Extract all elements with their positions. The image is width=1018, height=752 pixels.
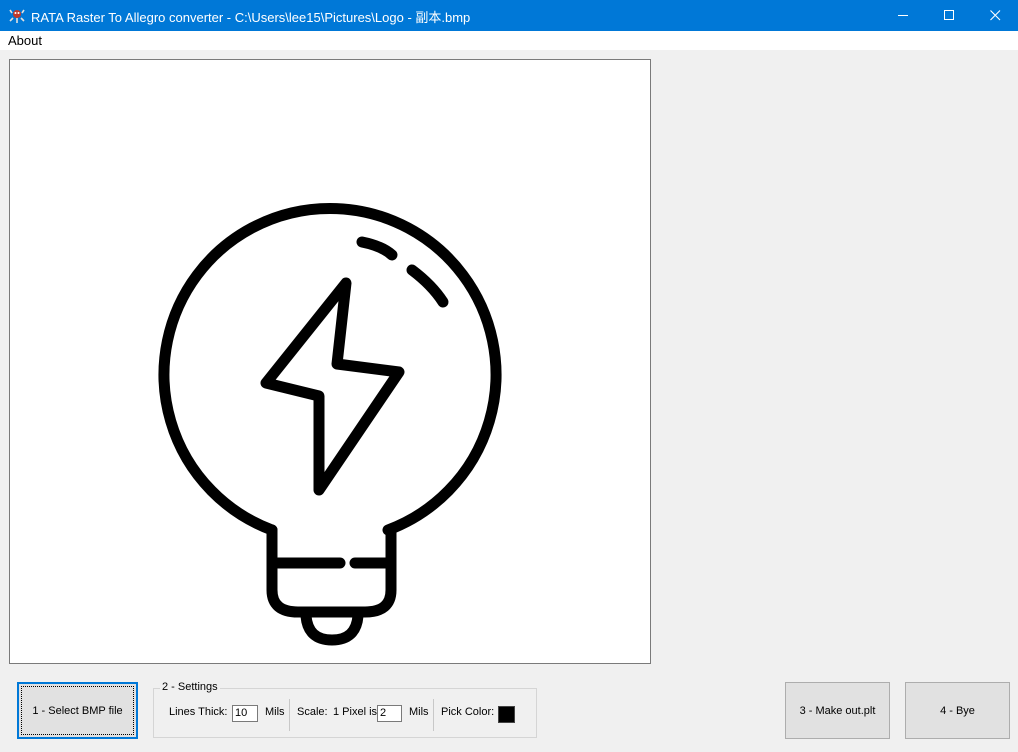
pick-color-swatch[interactable] <box>498 706 515 723</box>
bulb-base <box>266 524 397 618</box>
scale-label: Scale: <box>297 706 328 718</box>
glass-highlight <box>356 236 398 261</box>
make-out-plt-button[interactable]: 3 - Make out.plt <box>785 682 890 739</box>
lines-thick-unit: Mils <box>265 706 285 718</box>
select-bmp-button[interactable]: 1 - Select BMP file <box>17 682 138 739</box>
settings-divider <box>289 699 290 731</box>
title-bar[interactable]: RATA Raster To Allegro converter - C:\Us… <box>0 0 1018 31</box>
close-button[interactable] <box>972 0 1018 31</box>
pick-color-label: Pick Color: <box>441 706 495 718</box>
minimize-icon <box>898 15 908 16</box>
scale-input[interactable]: 2 <box>377 705 402 722</box>
maximize-button[interactable] <box>926 0 972 31</box>
lightning-bolt <box>260 277 405 496</box>
maximize-icon <box>944 10 954 20</box>
scale-unit: Mils <box>409 706 429 718</box>
scale-prefix: 1 Pixel is <box>333 706 378 718</box>
settings-divider <box>433 699 434 731</box>
bulb-tip <box>300 610 364 646</box>
settings-legend: 2 - Settings <box>160 681 220 693</box>
window-title: RATA Raster To Allegro converter - C:\Us… <box>31 10 471 25</box>
menu-bar: About <box>0 31 1018 50</box>
lines-thick-input[interactable]: 10 <box>232 705 258 722</box>
minimize-button[interactable] <box>880 0 926 31</box>
settings-group: 2 - Settings Lines Thick: 10 Mils Scale:… <box>153 681 537 738</box>
lightbulb-image <box>158 203 502 646</box>
image-preview <box>9 59 651 664</box>
lines-thick-label: Lines Thick: <box>169 706 228 718</box>
glass-highlight <box>406 264 449 308</box>
app-icon[interactable] <box>9 8 25 24</box>
make-out-plt-label: 3 - Make out.plt <box>799 704 876 717</box>
bye-label: 4 - Bye <box>940 704 975 717</box>
menu-item-about[interactable]: About <box>8 33 42 48</box>
focus-rectangle <box>21 686 134 735</box>
close-icon <box>990 10 1001 21</box>
bye-button[interactable]: 4 - Bye <box>905 682 1010 739</box>
